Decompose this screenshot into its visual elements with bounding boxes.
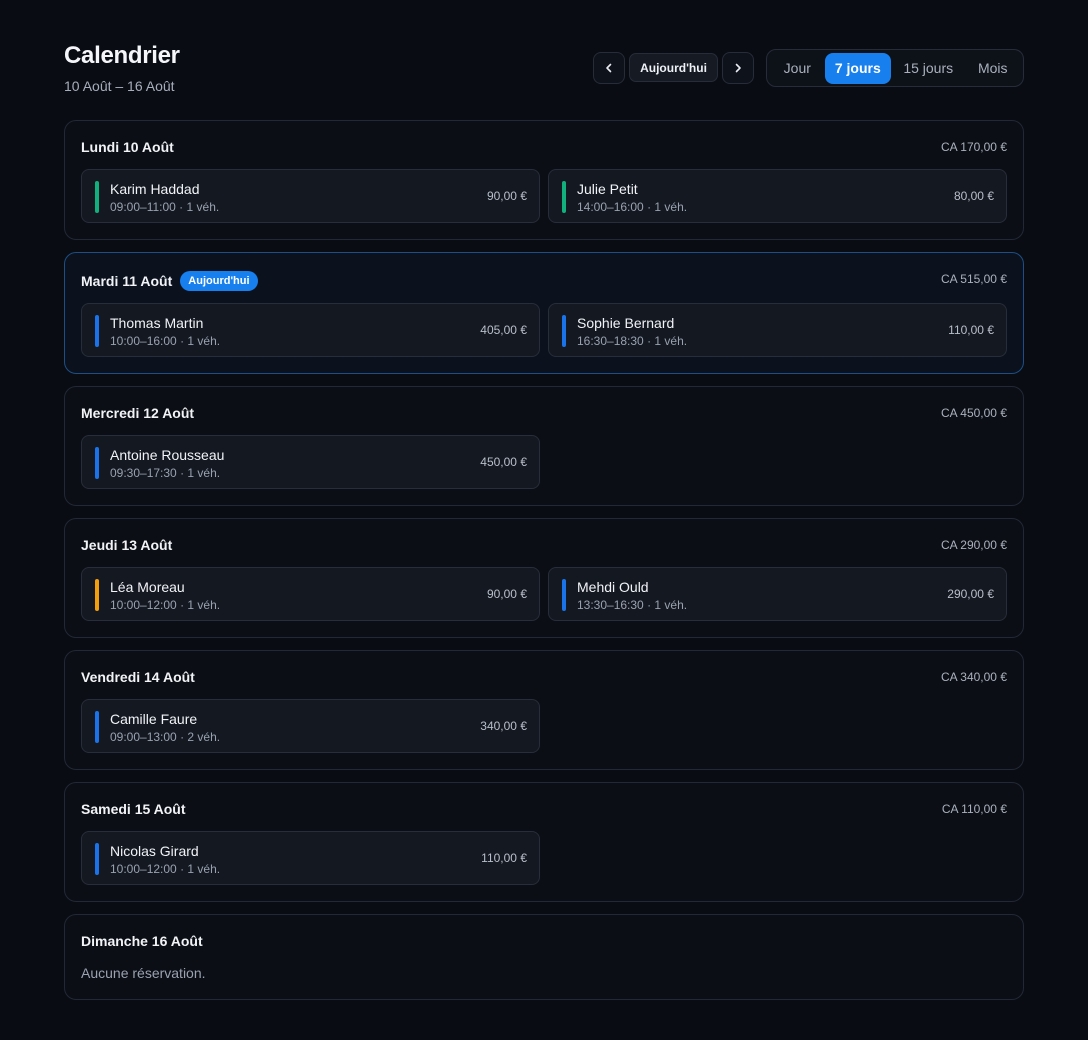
view-switcher: Jour 7 jours 15 jours Mois <box>766 49 1024 87</box>
reservation-meta: 13:30–16:30 · 1 véh. <box>577 598 688 612</box>
view-tab-7-days[interactable]: 7 jours <box>824 52 892 84</box>
reservation-card[interactable]: Julie Petit 14:00–16:00 · 1 véh. 80,00 € <box>548 169 1007 223</box>
reservation-price: 90,00 € <box>486 189 527 203</box>
reservation-meta: 09:30–17:30 · 1 véh. <box>110 466 221 480</box>
day-revenue: CA 340,00 € <box>940 670 1007 684</box>
day-revenue: CA 450,00 € <box>940 406 1007 420</box>
empty-state: Aucune réservation. <box>81 965 206 981</box>
reservation-price: 405,00 € <box>480 323 527 337</box>
day-title-text: Dimanche 16 Août <box>81 933 203 949</box>
reservation-card[interactable]: Karim Haddad 09:00–11:00 · 1 véh. 90,00 … <box>81 169 540 223</box>
status-bar <box>95 315 99 347</box>
today-badge: Aujourd'hui <box>180 271 258 291</box>
view-tab-month[interactable]: Mois <box>965 53 1020 84</box>
day-revenue: CA 110,00 € <box>941 802 1007 816</box>
day-revenue: CA 170,00 € <box>940 140 1007 154</box>
chevron-left-icon <box>606 63 612 73</box>
day-title: Jeudi 13 Août <box>81 537 172 553</box>
reservation-price: 290,00 € <box>947 587 994 601</box>
reservation-card[interactable]: Mehdi Ould 13:30–16:30 · 1 véh. 290,00 € <box>548 567 1007 621</box>
calendar-page: Calendrier 10 Août – 16 Août Aujourd'hui… <box>0 0 1088 1040</box>
status-bar <box>95 579 99 611</box>
reservation-meta: 09:00–11:00 · 1 véh. <box>110 200 220 214</box>
calendar-header: Calendrier 10 Août – 16 Août Aujourd'hui… <box>64 0 1024 120</box>
day-title-text: Vendredi 14 Août <box>81 669 195 685</box>
client-name: Nicolas Girard <box>110 843 199 859</box>
next-week-button[interactable] <box>722 52 754 84</box>
reservation-card[interactable]: Antoine Rousseau 09:30–17:30 · 1 véh. 45… <box>81 435 540 489</box>
status-bar <box>95 843 99 875</box>
day-title: Mardi 11 Août Aujourd'hui <box>81 271 258 291</box>
reservation-meta: 10:00–16:00 · 1 véh. <box>110 334 221 348</box>
client-name: Thomas Martin <box>110 315 204 331</box>
status-bar <box>562 315 566 347</box>
reservation-card[interactable]: Camille Faure 09:00–13:00 · 2 véh. 340,0… <box>81 699 540 753</box>
day-revenue: CA 515,00 € <box>940 272 1007 286</box>
status-bar <box>95 447 99 479</box>
status-bar <box>95 711 99 743</box>
reservation-meta: 16:30–18:30 · 1 véh. <box>577 334 688 348</box>
reservation-price: 80,00 € <box>953 189 994 203</box>
view-tab-day[interactable]: Jour <box>770 53 825 84</box>
reservation-card[interactable]: Thomas Martin 10:00–16:00 · 1 véh. 405,0… <box>81 303 540 357</box>
reservation-card[interactable]: Nicolas Girard 10:00–12:00 · 1 véh. 110,… <box>81 831 540 885</box>
client-name: Sophie Bernard <box>577 315 675 331</box>
reservation-card[interactable]: Léa Moreau 10:00–12:00 · 1 véh. 90,00 € <box>81 567 540 621</box>
reservation-meta: 10:00–12:00 · 1 véh. <box>110 598 221 612</box>
day-title-text: Mardi 11 Août <box>81 273 173 289</box>
day-card-today: Mardi 11 Août Aujourd'hui CA 515,00 € Th… <box>64 252 1024 374</box>
day-title-text: Mercredi 12 Août <box>81 405 195 421</box>
day-title: Samedi 15 Août <box>81 801 186 817</box>
previous-week-button[interactable] <box>593 52 625 84</box>
reservation-card[interactable]: Sophie Bernard 16:30–18:30 · 1 véh. 110,… <box>548 303 1007 357</box>
status-bar <box>95 181 99 213</box>
reservation-price: 110,00 € <box>948 323 994 337</box>
view-tab-15-days[interactable]: 15 jours <box>891 53 965 84</box>
day-title: Lundi 10 Août <box>81 139 174 155</box>
client-name: Antoine Rousseau <box>110 447 225 463</box>
day-title: Mercredi 12 Août <box>81 405 194 421</box>
day-card: Mercredi 12 Août CA 450,00 € Antoine Rou… <box>64 386 1024 506</box>
day-card: Vendredi 14 Août CA 340,00 € Camille Fau… <box>64 650 1024 770</box>
day-revenue: CA 290,00 € <box>940 538 1007 552</box>
day-title-text: Jeudi 13 Août <box>81 537 173 553</box>
today-button[interactable]: Aujourd'hui <box>629 53 718 82</box>
status-bar <box>562 181 566 213</box>
reservation-price: 450,00 € <box>480 455 527 469</box>
client-name: Karim Haddad <box>110 181 200 197</box>
reservation-meta: 10:00–12:00 · 1 véh. <box>110 862 221 876</box>
chevron-right-icon <box>735 63 741 73</box>
date-range: 10 Août – 16 Août <box>64 78 175 94</box>
reservation-price: 110,00 € <box>481 851 527 865</box>
client-name: Mehdi Ould <box>577 579 649 595</box>
day-card: Dimanche 16 Août Aucune réservation. <box>64 914 1024 1000</box>
reservation-meta: 14:00–16:00 · 1 véh. <box>577 200 688 214</box>
reservation-price: 90,00 € <box>486 587 527 601</box>
day-title: Dimanche 16 Août <box>81 933 203 949</box>
day-title: Vendredi 14 Août <box>81 669 195 685</box>
client-name: Léa Moreau <box>110 579 185 595</box>
day-card: Jeudi 13 Août CA 290,00 € Léa Moreau 10:… <box>64 518 1024 638</box>
day-title-text: Samedi 15 Août <box>81 801 186 817</box>
day-title-text: Lundi 10 Août <box>81 139 174 155</box>
status-bar <box>562 579 566 611</box>
day-card: Samedi 15 Août CA 110,00 € Nicolas Girar… <box>64 782 1024 902</box>
day-card: Lundi 10 Août CA 170,00 € Karim Haddad 0… <box>64 120 1024 240</box>
client-name: Julie Petit <box>577 181 638 197</box>
reservation-meta: 09:00–13:00 · 2 véh. <box>110 730 221 744</box>
reservation-price: 340,00 € <box>480 719 527 733</box>
client-name: Camille Faure <box>110 711 198 727</box>
page-title: Calendrier <box>64 42 180 69</box>
